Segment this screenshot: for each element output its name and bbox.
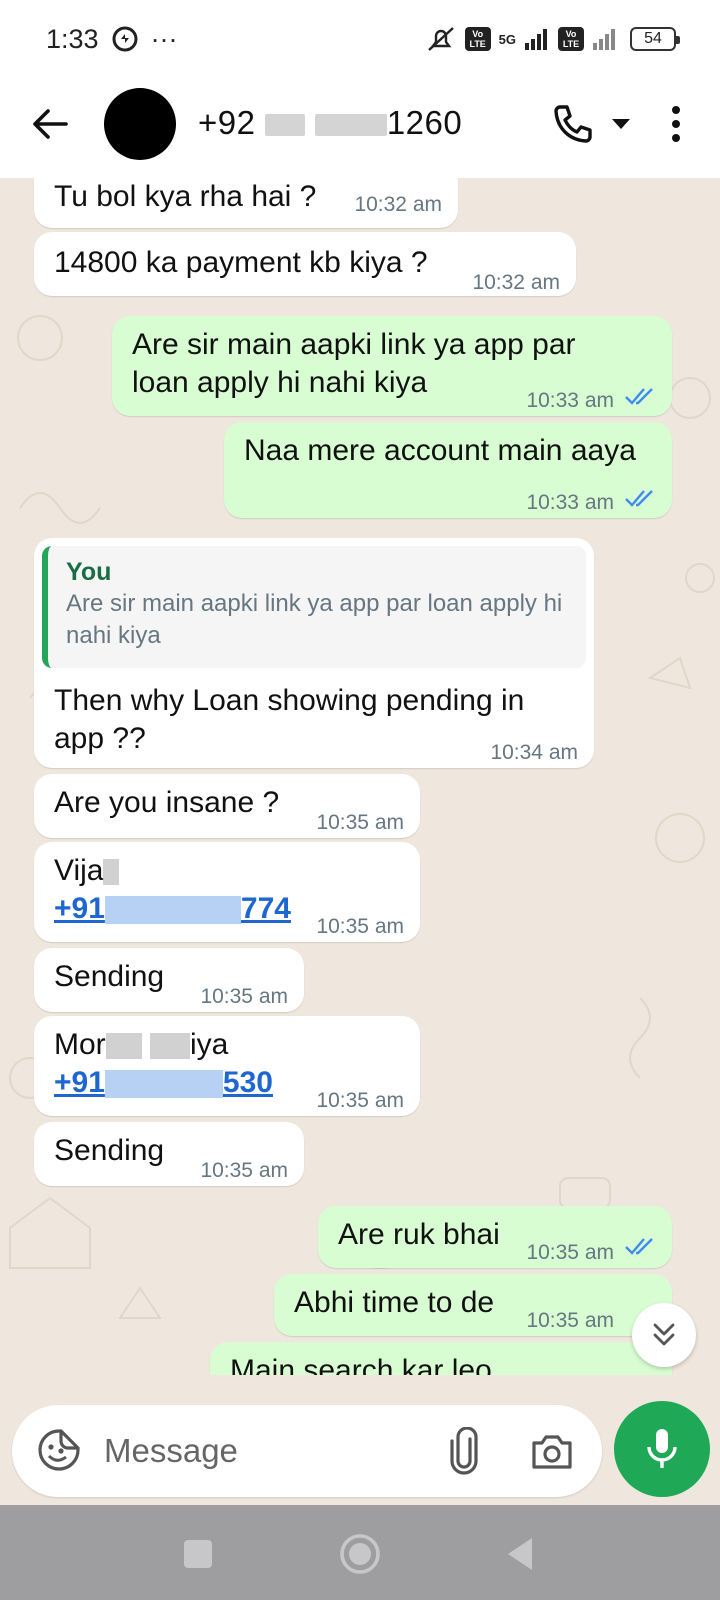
volte-icon: Vo LTE [464,27,491,51]
chat-area[interactable]: Tu bol kya rha hai ? 10:32 am 14800 ka p… [0,178,720,1375]
message-text: Tu bol kya rha hai ? [54,180,317,213]
back-button[interactable] [28,102,72,146]
back-nav-button[interactable] [500,1532,544,1576]
contact-suffix: 1260 [386,104,463,141]
double-check-icon [625,1238,653,1255]
message-time: 10:33 am [526,389,614,412]
message-bubble-outgoing[interactable]: Are sir main aapki link ya app par loan … [112,316,672,416]
message-time: 10:35 am [316,811,404,834]
redacted-digits [104,896,241,925]
message-text: Sending [54,1134,165,1167]
sticker-icon [38,1429,80,1471]
quote-text: Are sir main aapki link ya app par loan … [66,590,563,649]
recents-button[interactable] [176,1532,220,1576]
quote-author: You [66,558,112,586]
message-time: 10:35 am [200,1159,288,1182]
contact-prefix: +92 [198,104,256,141]
message-bubble-outgoing[interactable]: Naa mere account main aaya 10:33 am [224,422,672,518]
sticker-button[interactable] [36,1427,82,1473]
message-bubble-outgoing[interactable]: Abhi time to de 10:35 am [274,1274,672,1336]
message-text: Sending [54,960,165,993]
composer-bar [0,1375,720,1505]
message-time: 10:35 am [526,1241,614,1264]
message-bubble-incoming[interactable]: Sending 10:35 am [34,1122,304,1186]
chevron-down-icon [612,119,630,129]
signal-icon [524,27,550,51]
message-bubble-incoming-reply[interactable]: You Are sir main aapki link ya app par l… [34,538,594,768]
back-arrow-icon [33,109,68,139]
nav-square-icon [184,1540,212,1568]
status-bar: 1:33 ··· Vo LTE 5G Vo LTE 54 [0,0,720,78]
contact-name-text: Mor iya [54,1028,229,1061]
chat-header: +92 1260 [0,78,720,178]
message-text: Are ruk bhai [338,1218,500,1251]
redacted-name [103,859,120,886]
avatar[interactable] [104,88,176,160]
quoted-message[interactable]: You Are sir main aapki link ya app par l… [42,546,586,668]
message-time: 10:32 am [354,193,442,216]
phone-link[interactable]: +91 530 [54,1064,273,1102]
message-bubble-outgoing[interactable]: Main search kar leo [210,1342,672,1375]
message-bubble-outgoing[interactable]: Are ruk bhai 10:35 am [318,1206,672,1268]
message-bubble-incoming[interactable]: Sending 10:35 am [34,948,304,1012]
message-text: Abhi time to de [294,1286,495,1319]
redacted-digits [314,114,387,137]
contact-name[interactable]: +92 1260 [198,104,462,142]
redacted-digits [265,114,306,137]
battery-icon: 54 [630,27,680,51]
camera-icon [532,1435,572,1469]
message-time: 10:35 am [526,1309,614,1332]
nav-circle-icon [340,1534,380,1574]
message-time: 10:33 am [526,491,614,514]
redacted-digits [104,1070,223,1099]
message-text: Are you insane ? [54,786,280,819]
message-time: 10:35 am [316,915,404,938]
message-text: Then why Loan showing pending in app ?? [54,684,525,755]
message-bubble-incoming[interactable]: Vija +91 774 10:35 am [34,842,420,942]
redacted-name [150,1033,191,1060]
nav-triangle-icon [508,1538,532,1570]
attach-button[interactable] [444,1426,484,1475]
message-time: 10:35 am [200,985,288,1008]
status-time: 1:33 [46,23,99,54]
scroll-to-bottom-button[interactable] [632,1303,696,1367]
more-vert-icon [672,106,680,142]
double-check-icon [625,388,653,405]
mic-icon [647,1429,677,1468]
message-bubble-incoming[interactable]: 14800 ka payment kb kiya ? 10:32 am [34,232,576,296]
chevrons-down-icon [653,1323,675,1346]
message-time: 10:34 am [490,741,578,764]
camera-button[interactable] [528,1427,576,1475]
signal-icon-2 [592,27,622,51]
double-check-icon [625,490,653,507]
message-text: 14800 ka payment kb kiya ? [54,246,428,279]
redacted-name [105,1033,142,1060]
message-text: Naa mere account main aaya [244,434,636,467]
message-text: Main search kar leo [230,1354,492,1375]
mute-bell-icon [425,24,457,54]
message-input[interactable] [104,1427,394,1475]
message-composer[interactable] [12,1405,602,1497]
call-options-dropdown[interactable] [610,116,632,132]
message-bubble-incoming[interactable]: Tu bol kya rha hai ? 10:32 am [34,178,458,228]
home-button[interactable] [338,1532,382,1576]
system-nav-bar [0,1505,720,1600]
data-saver-icon [111,25,139,53]
phone-icon [554,105,592,143]
contact-name-text: Vija [54,852,120,890]
more-options-button[interactable] [664,102,688,146]
voice-call-button[interactable] [550,102,594,146]
paperclip-icon [450,1426,478,1475]
message-time: 10:35 am [316,1089,404,1112]
voice-message-button[interactable] [614,1401,710,1497]
phone-link[interactable]: +91 774 [54,890,291,928]
volte-icon-2: Vo LTE [558,27,584,51]
message-time: 10:32 am [472,271,560,294]
message-bubble-incoming[interactable]: Are you insane ? 10:35 am [34,774,420,838]
network-type: 5G [498,31,516,47]
message-bubble-incoming[interactable]: Mor iya +91 530 10:35 am [34,1016,420,1116]
status-more-icon: ··· [150,23,178,54]
